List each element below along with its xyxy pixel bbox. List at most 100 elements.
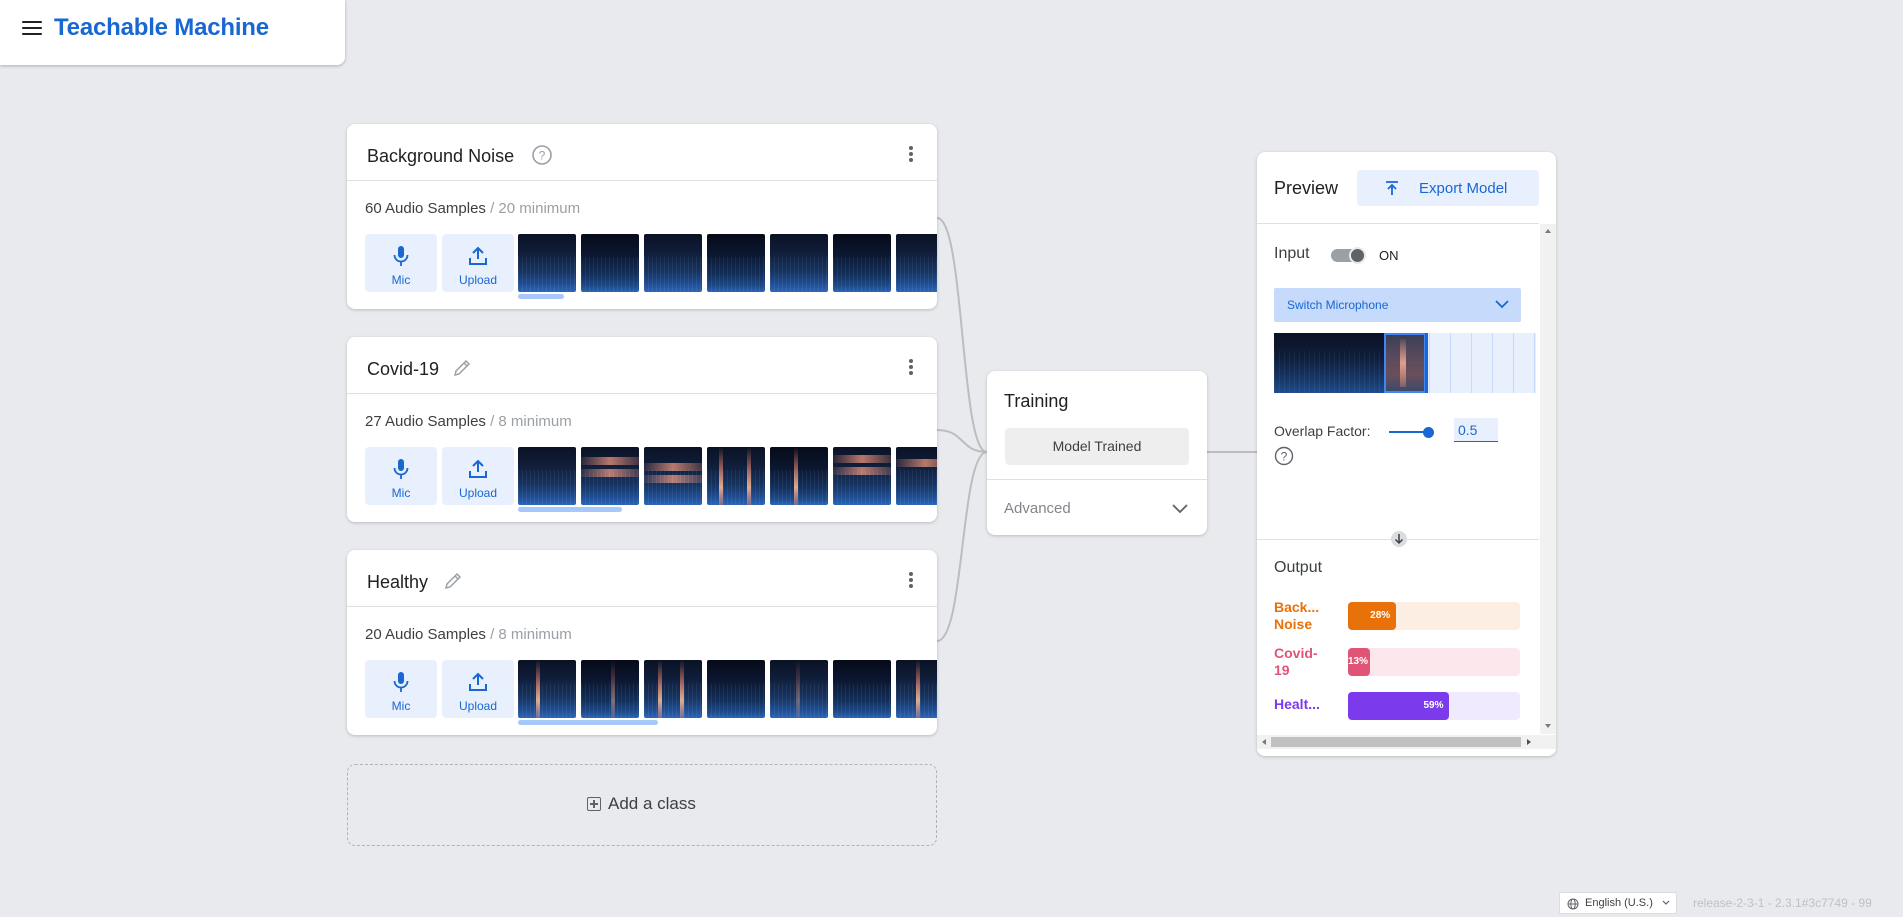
upload-button[interactable]: Upload: [442, 447, 514, 505]
class-options-icon[interactable]: [909, 572, 913, 588]
chevron-down-icon[interactable]: [1171, 503, 1189, 515]
mic-label: Mic: [391, 273, 411, 287]
sample-count: 20 Audio Samples / 8 minimum: [365, 626, 572, 643]
output-bar-track: 28%: [1348, 602, 1520, 630]
mic-icon: [393, 459, 409, 479]
sample-count-value: 20 Audio Samples: [365, 626, 486, 643]
sample-thumbnail[interactable]: [581, 447, 639, 505]
toggle-state: ON: [1379, 248, 1399, 263]
class-name[interactable]: Background Noise: [367, 146, 514, 167]
overlap-factor-label: Overlap Factor:: [1274, 423, 1371, 439]
output-label: Back... Noise: [1274, 599, 1320, 632]
sample-thumbnail[interactable]: [833, 234, 891, 292]
help-icon[interactable]: ?: [1274, 446, 1294, 466]
sample-thumbnail[interactable]: [644, 660, 702, 718]
mic-label: Mic: [391, 699, 411, 713]
sample-thumbnail[interactable]: [770, 660, 828, 718]
upload-icon: [469, 246, 487, 265]
sample-thumbnail[interactable]: [518, 234, 576, 292]
class-to-training-connectors: [936, 217, 1257, 642]
train-model-button[interactable]: Model Trained: [1005, 428, 1189, 465]
sample-thumbnail[interactable]: [644, 447, 702, 505]
class-card-header: Covid-19: [347, 337, 937, 394]
mic-button[interactable]: Mic: [365, 234, 437, 292]
training-title: Training: [1004, 391, 1069, 411]
preview-panel: Preview Export Model Input ON Switch Mic…: [1257, 152, 1556, 756]
svg-text:?: ?: [539, 149, 546, 163]
class-options-icon[interactable]: [909, 359, 913, 375]
sample-thumbnail[interactable]: [518, 660, 576, 718]
sample-thumbnail[interactable]: [644, 234, 702, 292]
mic-button[interactable]: Mic: [365, 660, 437, 718]
thumbnail-scrollbar[interactable]: [518, 507, 622, 512]
sample-thumbnail[interactable]: [896, 660, 937, 718]
sample-thumbnail[interactable]: [518, 447, 576, 505]
globe-icon: [1567, 898, 1579, 910]
vertical-scrollbar[interactable]: [1540, 224, 1556, 734]
overlap-factor-slider[interactable]: [1389, 427, 1439, 438]
advanced-toggle[interactable]: Advanced: [1004, 500, 1071, 517]
class-card-header: Background Noise ?: [347, 124, 937, 181]
help-icon[interactable]: ?: [531, 144, 553, 166]
upload-button[interactable]: Upload: [442, 234, 514, 292]
switch-microphone-dropdown[interactable]: Switch Microphone: [1274, 288, 1521, 322]
edit-icon[interactable]: [442, 570, 464, 592]
switch-microphone-label: Switch Microphone: [1287, 298, 1389, 312]
sample-thumbnail[interactable]: [707, 234, 765, 292]
class-name[interactable]: Healthy: [367, 572, 428, 593]
sample-count: 60 Audio Samples / 20 minimum: [365, 200, 580, 217]
export-icon: [1386, 181, 1398, 195]
sample-thumbnails[interactable]: [518, 660, 937, 718]
thumbnail-scrollbar[interactable]: [518, 720, 658, 725]
sample-thumbnails[interactable]: [518, 447, 937, 505]
sample-minimum: / 20 minimum: [485, 200, 581, 217]
sample-thumbnail[interactable]: [581, 234, 639, 292]
add-class-label: Add a class: [608, 794, 696, 813]
sample-thumbnail[interactable]: [833, 447, 891, 505]
input-toggle[interactable]: [1331, 247, 1367, 264]
class-options-icon[interactable]: [909, 146, 913, 162]
sample-thumbnail[interactable]: [896, 447, 937, 505]
sample-thumbnail[interactable]: [896, 234, 937, 292]
sample-thumbnail[interactable]: [581, 660, 639, 718]
output-bar-track: 13%: [1348, 648, 1520, 676]
class-card-covid-19: Covid-19 27 Audio Samples / 8 minimum Mi…: [347, 337, 937, 522]
upload-label: Upload: [458, 486, 498, 500]
divider: [1257, 223, 1539, 224]
sample-thumbnail[interactable]: [770, 447, 828, 505]
sample-thumbnail[interactable]: [833, 660, 891, 718]
class-card-healthy: Healthy 20 Audio Samples / 8 minimum Mic…: [347, 550, 937, 735]
thumbnail-scrollbar[interactable]: [518, 294, 564, 299]
export-model-button[interactable]: Export Model: [1357, 170, 1539, 206]
menu-icon[interactable]: [22, 21, 42, 37]
sample-count-value: 60 Audio Samples: [365, 200, 486, 217]
export-label: Export Model: [1419, 180, 1508, 197]
overlap-factor-input[interactable]: [1454, 418, 1498, 442]
divider: [987, 479, 1207, 480]
sample-minimum: / 8 minimum: [485, 413, 572, 430]
upload-label: Upload: [458, 699, 498, 713]
sample-thumbnail[interactable]: [707, 660, 765, 718]
mic-icon: [393, 672, 409, 692]
sample-thumbnail[interactable]: [707, 447, 765, 505]
edit-icon[interactable]: [451, 357, 473, 379]
add-box-icon: [587, 797, 601, 811]
language-label: English (U.S.): [1585, 897, 1653, 909]
svg-text:?: ?: [1281, 450, 1288, 464]
language-selector[interactable]: English (U.S.): [1559, 892, 1677, 914]
class-card-background-noise: Background Noise ? 60 Audio Samples / 20…: [347, 124, 937, 309]
class-card-header: Healthy: [347, 550, 937, 607]
arrow-down-circle-icon[interactable]: [1390, 530, 1408, 548]
upload-button[interactable]: Upload: [442, 660, 514, 718]
preview-title: Preview: [1274, 178, 1339, 198]
class-name[interactable]: Covid-19: [367, 359, 439, 380]
add-class-button[interactable]: Add a class: [347, 764, 937, 846]
input-label: Input: [1274, 245, 1310, 262]
mic-label: Mic: [391, 486, 411, 500]
app-title[interactable]: Teachable Machine: [54, 14, 269, 42]
upload-icon: [469, 672, 487, 691]
sample-thumbnail[interactable]: [770, 234, 828, 292]
mic-button[interactable]: Mic: [365, 447, 437, 505]
sample-thumbnails[interactable]: [518, 234, 937, 292]
horizontal-scrollbar[interactable]: [1257, 735, 1556, 749]
